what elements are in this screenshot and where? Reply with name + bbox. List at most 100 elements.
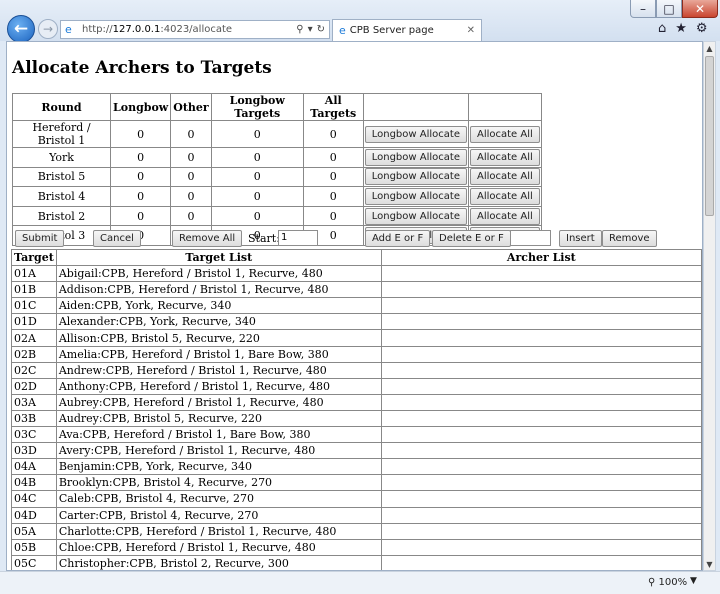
target-row[interactable]: 05C Christopher:CPB, Bristol 2, Recurve, … (11, 554, 702, 570)
search-icon[interactable]: ⚲ (296, 24, 303, 35)
archer-list-entry[interactable] (380, 442, 702, 460)
target-list-entry[interactable]: Anthony:CPB, Hereford / Bristol 1, Recur… (55, 377, 382, 395)
start-input[interactable]: 1 (278, 230, 318, 246)
refresh-icon[interactable]: ↻ (317, 24, 325, 35)
target-list-entry[interactable]: Aubrey:CPB, Hereford / Bristol 1, Recurv… (55, 393, 382, 411)
address-bar[interactable]: e http://127.0.0.1:4023/allocate ⚲ ▾ ↻ (60, 20, 330, 39)
archer-list-entry[interactable] (380, 281, 702, 299)
delete-e-or-f-button[interactable]: Delete E or F (432, 230, 511, 247)
target-row[interactable]: 01C Aiden:CPB, York, Recurve, 340 (11, 297, 702, 315)
forward-button[interactable]: → (38, 19, 58, 39)
favorites-star-icon[interactable]: ★ (675, 21, 687, 36)
zoom-dropdown-icon[interactable]: ▼ (690, 576, 697, 586)
archer-list-entry[interactable] (380, 409, 702, 428)
target-row[interactable]: 01B Addison:CPB, Hereford / Bristol 1, Re… (11, 281, 702, 299)
target-row[interactable]: 03D Avery:CPB, Hereford / Bristol 1, Recu… (11, 442, 702, 460)
longbow-allocate-button[interactable]: Longbow Allocate (364, 148, 467, 166)
target-list-entry[interactable]: Brooklyn:CPB, Bristol 4, Recurve, 270 (55, 474, 382, 492)
target-list-entry[interactable]: Ava:CPB, Hereford / Bristol 1, Bare Bow,… (55, 426, 382, 444)
close-window-button[interactable]: ✕ (682, 0, 718, 18)
archer-list-entry[interactable] (380, 506, 702, 524)
archer-list-entry[interactable] (380, 377, 702, 395)
archer-list-entry[interactable] (380, 329, 702, 347)
target-list-entry[interactable]: Addison:CPB, Hereford / Bristol 1, Recur… (55, 281, 382, 299)
allocate-all-button[interactable]: Allocate All (469, 207, 540, 225)
target-row[interactable]: 05A Charlotte:CPB, Hereford / Bristol 1, … (11, 522, 702, 540)
e-or-f-input[interactable] (510, 230, 551, 246)
archer-list-entry[interactable] (380, 554, 702, 570)
target-list-entry[interactable]: Caleb:CPB, Bristol 4, Recurve, 270 (55, 490, 382, 508)
ie-page-icon: e (65, 22, 72, 36)
address-url[interactable]: http://127.0.0.1:4023/allocate (82, 24, 296, 35)
target-list-entry[interactable]: Avery:CPB, Hereford / Bristol 1, Recurve… (55, 442, 382, 460)
target-list-entry[interactable]: Charlotte:CPB, Hereford / Bristol 1, Rec… (55, 522, 382, 540)
longbow-allocate-button[interactable]: Longbow Allocate (364, 125, 467, 143)
target-row[interactable]: 02A Allison:CPB, Bristol 5, Recurve, 220 (11, 329, 702, 347)
cancel-button[interactable]: Cancel (93, 230, 141, 247)
target-list-entry[interactable]: Amelia:CPB, Hereford / Bristol 1, Bare B… (55, 345, 382, 363)
allocate-all-button[interactable]: Allocate All (469, 187, 540, 205)
archer-list-entry[interactable] (380, 361, 702, 379)
scrollbar-thumb[interactable] (705, 56, 714, 216)
archer-list-entry[interactable] (380, 538, 702, 556)
target-row[interactable]: 01A Abigail:CPB, Hereford / Bristol 1, Re… (11, 265, 702, 283)
back-button[interactable]: ← (7, 15, 35, 43)
target-row[interactable]: 01D Alexander:CPB, York, Recurve, 340 (11, 313, 702, 331)
browser-tab[interactable]: e CPB Server page ✕ (332, 19, 482, 41)
target-list-entry[interactable]: Chloe:CPB, Hereford / Bristol 1, Recurve… (55, 538, 382, 556)
target-row[interactable]: 03C Ava:CPB, Hereford / Bristol 1, Bare B… (11, 426, 702, 444)
minimize-button[interactable]: – (630, 0, 656, 18)
vertical-scrollbar[interactable]: ▲ ▼ (703, 41, 716, 571)
archer-list-entry[interactable] (380, 297, 702, 315)
target-row[interactable]: 04B Brooklyn:CPB, Bristol 4, Recurve, 270 (11, 474, 702, 492)
insert-button[interactable]: Insert (559, 230, 602, 247)
target-row[interactable]: 04D Carter:CPB, Bristol 4, Recurve, 270 (11, 506, 702, 524)
target-list-entry[interactable]: Alexander:CPB, York, Recurve, 340 (55, 313, 382, 331)
target-id: 03C (11, 426, 57, 444)
target-list-entry[interactable]: Andrew:CPB, Hereford / Bristol 1, Recurv… (55, 361, 382, 379)
gear-icon[interactable]: ⚙ (696, 21, 708, 36)
allocate-all-button[interactable]: Allocate All (469, 168, 540, 186)
archer-list-entry[interactable] (380, 490, 702, 508)
home-icon[interactable]: ⌂ (658, 21, 666, 36)
add-e-or-f-button[interactable]: Add E or F (365, 230, 431, 247)
target-list-entry[interactable]: Audrey:CPB, Bristol 5, Recurve, 220 (55, 409, 382, 428)
target-id: 04C (11, 490, 57, 508)
maximize-button[interactable]: □ (656, 0, 682, 18)
dropdown-icon[interactable]: ▾ (308, 24, 313, 35)
submit-button[interactable]: Submit (15, 230, 65, 247)
allocate-all-button[interactable]: Allocate All (469, 148, 540, 166)
target-row[interactable]: 02C Andrew:CPB, Hereford / Bristol 1, Rec… (11, 361, 702, 379)
target-row[interactable]: 02B Amelia:CPB, Hereford / Bristol 1, Bar… (11, 345, 702, 363)
target-list-entry[interactable]: Christopher:CPB, Bristol 2, Recurve, 300 (55, 554, 382, 570)
archer-list-entry[interactable] (380, 426, 702, 444)
archer-list-entry[interactable] (380, 345, 702, 363)
target-row[interactable]: 02D Anthony:CPB, Hereford / Bristol 1, Re… (11, 377, 702, 395)
target-list-entry[interactable]: Carter:CPB, Bristol 4, Recurve, 270 (55, 506, 382, 524)
target-row[interactable]: 03B Audrey:CPB, Bristol 5, Recurve, 220 (11, 409, 702, 428)
longbow-allocate-button[interactable]: Longbow Allocate (364, 168, 467, 186)
target-row[interactable]: 04A Benjamin:CPB, York, Recurve, 340 (11, 458, 702, 476)
longbow-allocate-button[interactable]: Longbow Allocate (364, 207, 467, 225)
longbow-allocate-button[interactable]: Longbow Allocate (364, 187, 467, 205)
scroll-up-icon[interactable]: ▲ (704, 42, 715, 54)
archer-list-entry[interactable] (380, 458, 702, 476)
zoom-level[interactable]: ⚲ 100% (648, 577, 687, 588)
target-row[interactable]: 04C Caleb:CPB, Bristol 4, Recurve, 270 (11, 490, 702, 508)
close-tab-icon[interactable]: ✕ (467, 25, 475, 36)
target-list-entry[interactable]: Benjamin:CPB, York, Recurve, 340 (55, 458, 382, 476)
archer-list-entry[interactable] (380, 265, 702, 283)
archer-list-entry[interactable] (380, 393, 702, 411)
target-list-entry[interactable]: Allison:CPB, Bristol 5, Recurve, 220 (55, 329, 382, 347)
archer-list-entry[interactable] (380, 313, 702, 331)
target-row[interactable]: 05B Chloe:CPB, Hereford / Bristol 1, Recu… (11, 538, 702, 556)
archer-list-entry[interactable] (380, 522, 702, 540)
archer-list-entry[interactable] (380, 474, 702, 492)
remove-all-button[interactable]: Remove All (172, 230, 243, 247)
remove-button[interactable]: Remove (602, 230, 657, 247)
scroll-down-icon[interactable]: ▼ (704, 558, 715, 570)
target-list-entry[interactable]: Abigail:CPB, Hereford / Bristol 1, Recur… (55, 265, 382, 283)
target-row[interactable]: 03A Aubrey:CPB, Hereford / Bristol 1, Rec… (11, 393, 702, 411)
target-list-entry[interactable]: Aiden:CPB, York, Recurve, 340 (55, 297, 382, 315)
allocate-all-button[interactable]: Allocate All (469, 125, 540, 143)
